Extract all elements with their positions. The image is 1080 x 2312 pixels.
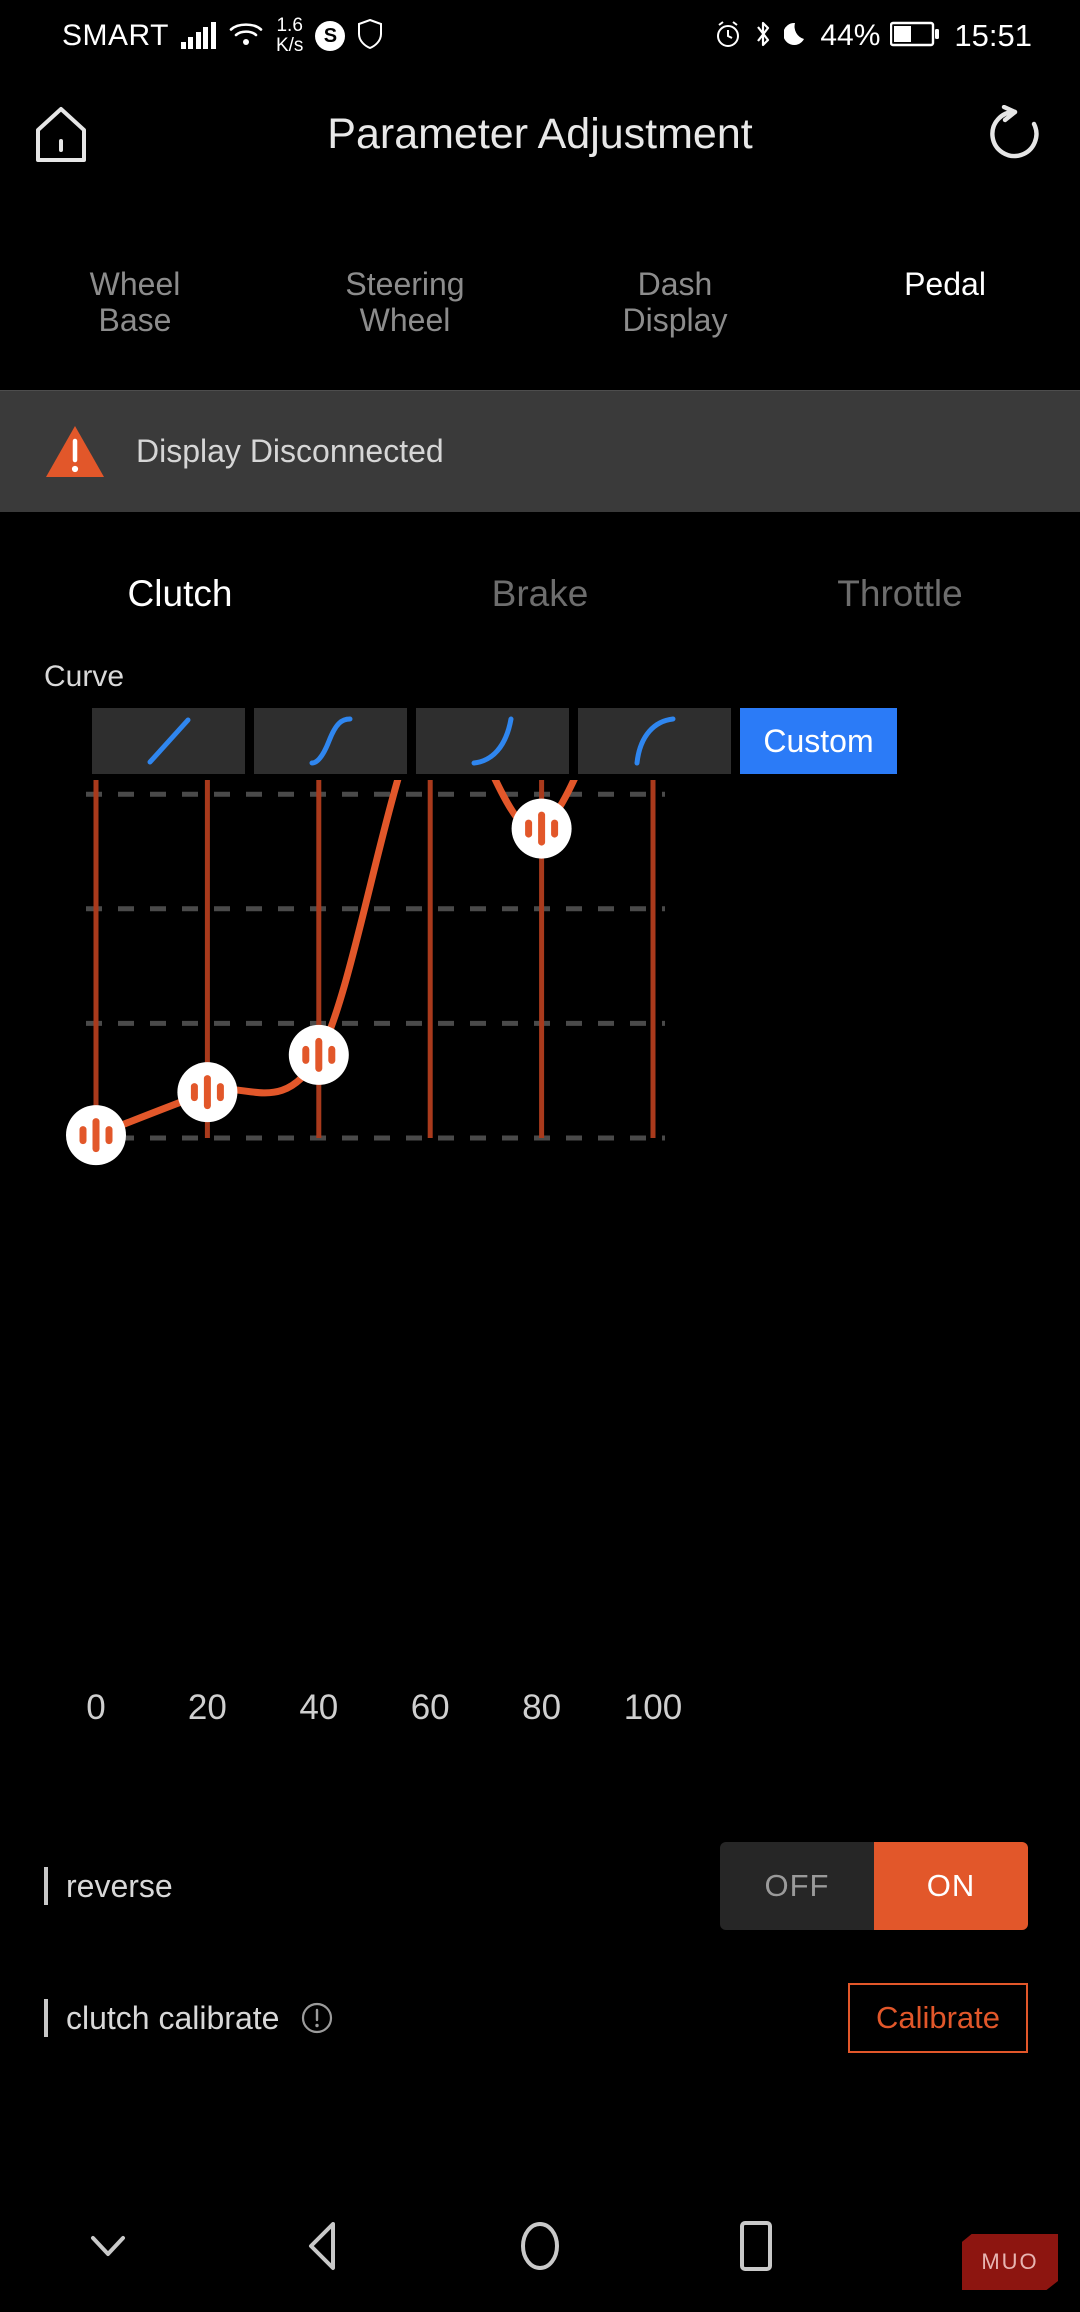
curve-handle-20[interactable]	[177, 1062, 238, 1123]
info-icon[interactable]	[301, 2002, 333, 2034]
calibrate-button[interactable]: Calibrate	[848, 1983, 1028, 2053]
system-nav-bar	[0, 2180, 1080, 2312]
recents-square-icon[interactable]	[648, 2219, 864, 2273]
app-badge-icon: S	[315, 21, 346, 51]
reverse-toggle-on[interactable]: ON	[874, 1842, 1028, 1930]
drag-handle-icon	[302, 1045, 310, 1064]
warning-triangle-icon	[44, 424, 106, 480]
x-axis-tick-label: 20	[187, 1688, 227, 1727]
curve-section-label: Curve	[44, 660, 125, 693]
drag-handle-icon	[551, 819, 559, 838]
tab-dash-display-line1: Dash	[637, 266, 713, 302]
exponential-curve-icon[interactable]	[416, 708, 569, 774]
curve-handle-40[interactable]	[288, 1024, 349, 1085]
drag-handle-icon	[538, 811, 546, 846]
shield-icon	[357, 18, 383, 54]
moon-icon	[783, 20, 810, 53]
status-banner-text: Display Disconnected	[136, 433, 444, 469]
status-banner: Display Disconnected	[0, 390, 1080, 512]
reverse-toggle-off[interactable]: OFF	[720, 1842, 874, 1930]
drag-handle-icon	[105, 1126, 113, 1145]
reverse-label-group: reverse	[44, 1867, 173, 1905]
row-accent-bar	[44, 1867, 48, 1905]
x-axis-tick-label: 0	[86, 1688, 106, 1727]
chart-x-axis-labels: 0 20 40 60 80 100	[0, 1688, 1080, 1738]
wifi-icon	[228, 20, 264, 53]
status-bar-left: SMART 1.6 K/s S	[62, 16, 383, 56]
s-curve-icon[interactable]	[254, 708, 407, 774]
pedal-curve-chart[interactable]	[0, 780, 1080, 1200]
battery-percent-label: 44%	[820, 19, 881, 52]
tab-pedal[interactable]: Pedal	[810, 252, 1080, 302]
status-bar-right: 44% 15:51	[714, 18, 1032, 54]
network-speed-unit: K/s	[275, 35, 304, 56]
bluetooth-icon	[752, 19, 774, 54]
tab-steering-wheel[interactable]: Steering Wheel	[270, 252, 540, 338]
alarm-icon	[714, 20, 742, 53]
battery-icon	[890, 20, 940, 53]
row-accent-bar	[44, 1999, 48, 2037]
network-speed-value: 1.6	[276, 15, 303, 36]
tab-steering-wheel-line2: Wheel	[359, 302, 451, 338]
pedal-tab-throttle[interactable]: Throttle	[720, 573, 1080, 615]
setting-row-clutch-calibrate: clutch calibrate Calibrate	[0, 1958, 1080, 2078]
setting-row-reverse: reverse OFF ON	[0, 1826, 1080, 1946]
clutch-calibrate-label-group: clutch calibrate	[44, 1999, 333, 2037]
logarithmic-curve-icon[interactable]	[578, 708, 731, 774]
app-header: Parameter Adjustment	[0, 72, 1080, 197]
status-bar: SMART 1.6 K/s S 44% 15:51	[0, 0, 1080, 72]
drag-handle-icon	[216, 1083, 224, 1102]
clutch-calibrate-label: clutch calibrate	[66, 1999, 280, 2036]
drag-handle-icon	[328, 1045, 336, 1064]
pedal-tab-brake[interactable]: Brake	[360, 573, 720, 615]
curve-handle-80[interactable]	[511, 798, 572, 859]
top-tab-bar: Wheel Base Steering Wheel Dash Display P…	[0, 252, 1080, 362]
app-root: SMART 1.6 K/s S 44% 15:51 Parameter Adju…	[0, 0, 1080, 2312]
drag-handle-icon	[79, 1126, 87, 1145]
linear-curve-icon[interactable]	[92, 708, 245, 774]
tab-wheel-base-line2: Base	[98, 302, 172, 338]
reverse-label: reverse	[66, 1867, 173, 1904]
clock-label: 15:51	[954, 18, 1032, 53]
drag-handle-icon	[92, 1118, 100, 1153]
reset-icon[interactable]	[980, 100, 1050, 170]
tab-steering-wheel-line1: Steering	[345, 266, 465, 302]
pedal-tab-clutch[interactable]: Clutch	[0, 573, 360, 615]
pedal-tab-bar: Clutch Brake Throttle	[0, 548, 1080, 640]
chevron-down-icon[interactable]	[0, 2231, 216, 2261]
curve-preset-row: Custom	[92, 708, 897, 774]
tab-wheel-base[interactable]: Wheel Base	[0, 252, 270, 338]
tab-dash-display-line2: Display	[622, 302, 728, 338]
x-axis-tick-label: 100	[623, 1688, 683, 1727]
x-axis-tick-label: 40	[299, 1688, 339, 1727]
network-speed: 1.6 K/s	[276, 16, 303, 56]
signal-bars-icon	[180, 22, 216, 49]
x-axis-tick-label: 60	[410, 1688, 450, 1727]
drag-handle-icon	[203, 1075, 211, 1110]
back-triangle-icon[interactable]	[216, 2220, 432, 2272]
home-circle-icon[interactable]	[432, 2218, 648, 2274]
tab-dash-display[interactable]: Dash Display	[540, 252, 810, 338]
drag-handle-icon	[315, 1037, 323, 1072]
tab-wheel-base-line1: Wheel	[89, 266, 181, 302]
carrier-label: SMART	[62, 19, 169, 52]
drag-handle-icon	[190, 1083, 198, 1102]
curve-handle-0[interactable]	[66, 1105, 126, 1166]
curve-preset-custom-button[interactable]: Custom	[740, 708, 897, 774]
reverse-toggle[interactable]: OFF ON	[720, 1842, 1028, 1930]
page-title: Parameter Adjustment	[327, 110, 753, 158]
x-axis-tick-label: 80	[522, 1688, 562, 1727]
tab-pedal-line1: Pedal	[904, 266, 986, 302]
watermark-badge: MUO	[962, 2234, 1058, 2290]
drag-handle-icon	[525, 819, 533, 838]
